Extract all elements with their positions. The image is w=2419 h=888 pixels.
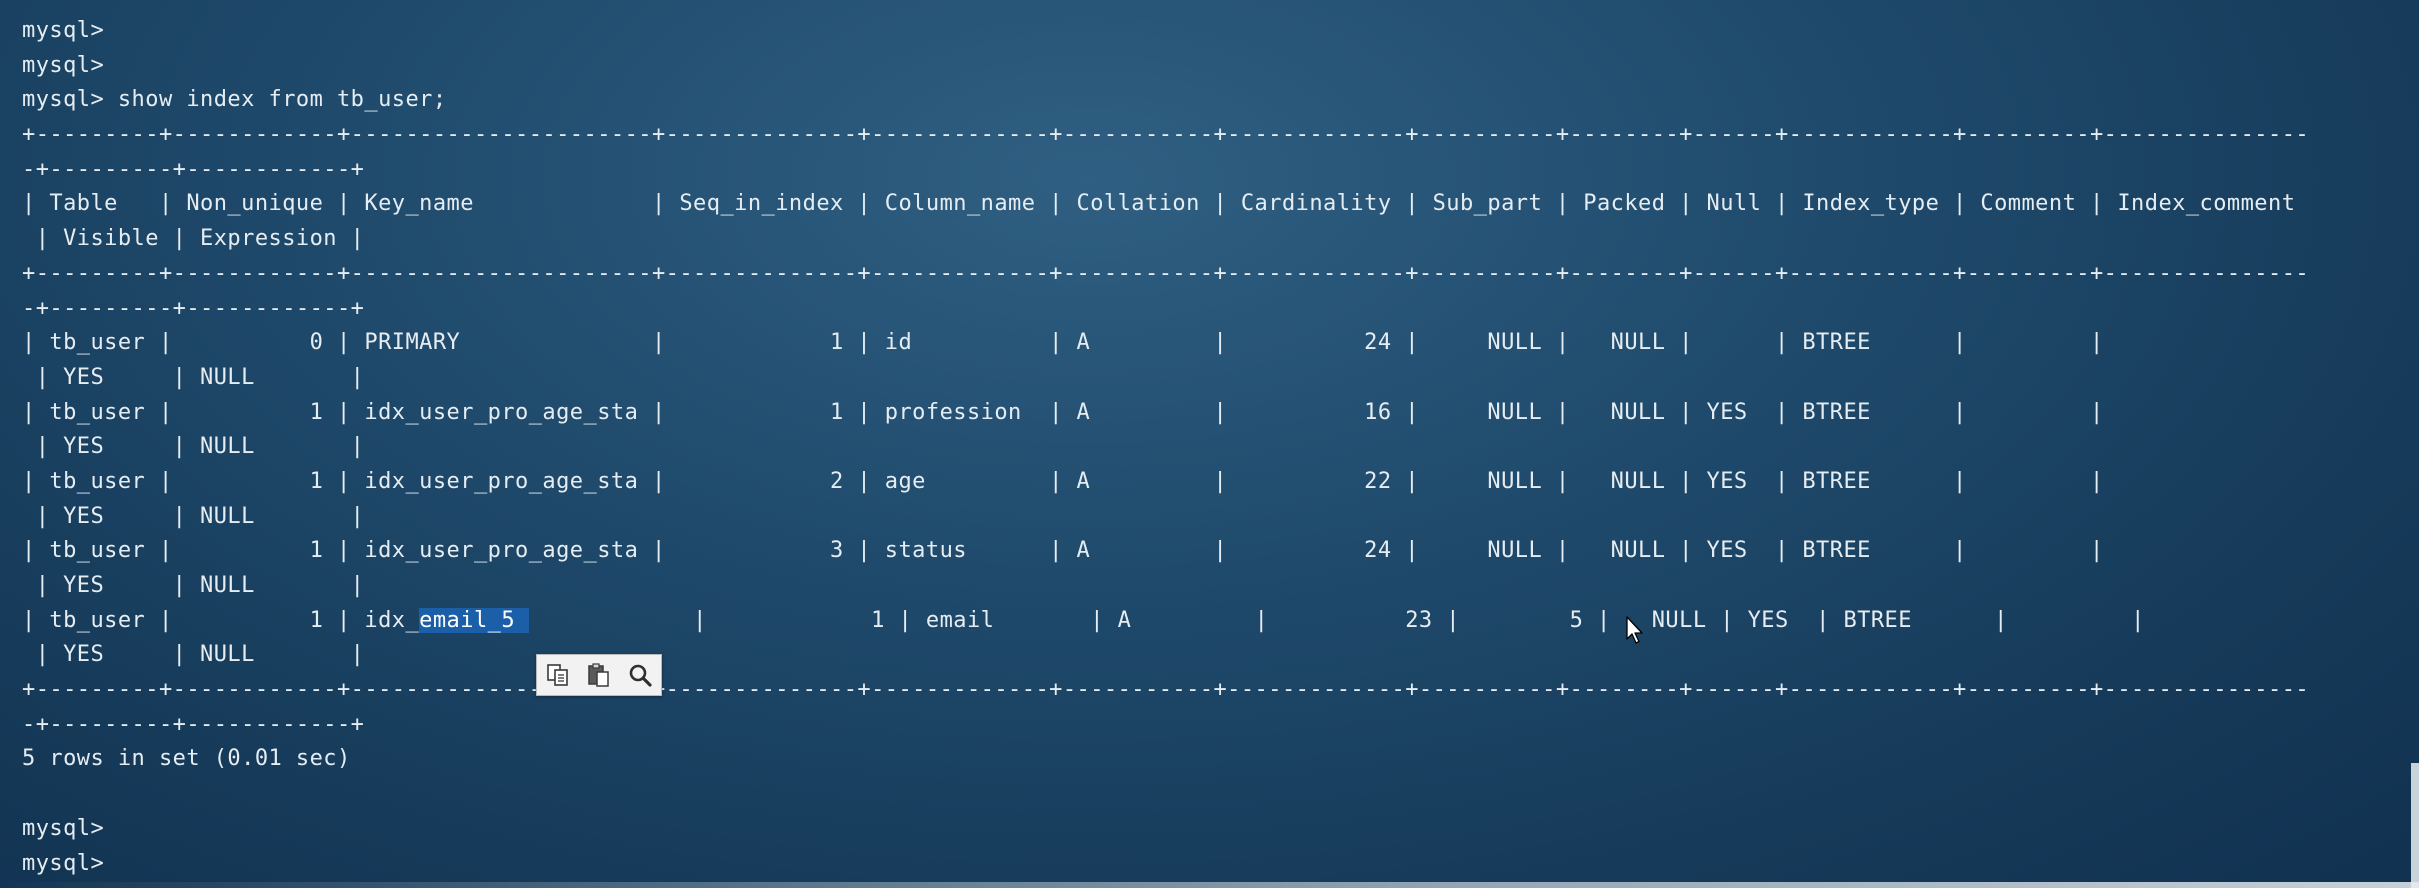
table-row: | YES | NULL | [22,503,365,529]
table-border: +---------+------------+----------------… [22,122,2310,148]
table-row: | tb_user | 1 | idx_user_pro_age_sta | 2… [22,468,2104,494]
table-row: | tb_user | 1 | idx_user_pro_age_sta | 1… [22,399,2104,425]
mouse-cursor-icon [1626,616,1646,650]
terminal-line: mysql> [22,18,105,43]
terminal-output[interactable]: mysql> mysql> mysql> show index from tb_… [22,14,2402,881]
row-text: | tb_user | 1 | idx_ [22,607,420,633]
table-header: | Visible | Expression | [22,226,365,252]
row-text: | 1 | email | A | 23 | 5 | NULL | YES | … [528,607,2145,633]
copy-icon[interactable] [541,659,575,691]
bottom-strip [0,882,2419,888]
table-row: | YES | NULL | [22,573,365,598]
table-border: -+---------+------------+ [22,711,365,737]
table-border: -+---------+------------+ [22,156,365,182]
table-border: +---------+------------+----------------… [22,260,2310,286]
table-row: | tb_user | 0 | PRIMARY | 1 | id | A | 2… [22,330,2104,356]
table-border: +---------+------------+----------------… [22,677,2310,703]
text-selection[interactable]: email_5 [419,607,529,633]
command-line: mysql> show index from tb_user; [22,87,447,113]
result-summary: 5 rows in set (0.01 sec) [22,746,351,772]
window-edge [2411,763,2419,888]
paste-icon[interactable] [582,659,616,691]
table-border: -+---------+------------+ [22,295,365,321]
table-row: | YES | NULL | [22,364,365,390]
table-row: | tb_user | 1 | idx_user_pro_age_sta | 3… [22,538,2104,564]
terminal-line: mysql> [22,52,105,78]
table-row: | YES | NULL | [22,642,365,668]
terminal-line: mysql> [22,815,105,841]
table-row-selected: | tb_user | 1 | idx_email_5 | 1 | email … [22,604,2402,639]
search-icon[interactable] [623,659,657,691]
prompt-line[interactable]: mysql> [22,847,2402,882]
table-row: | YES | NULL | [22,434,365,460]
table-header: | Table | Non_unique | Key_name | Seq_in… [22,191,2296,217]
selection-popup [536,654,662,696]
